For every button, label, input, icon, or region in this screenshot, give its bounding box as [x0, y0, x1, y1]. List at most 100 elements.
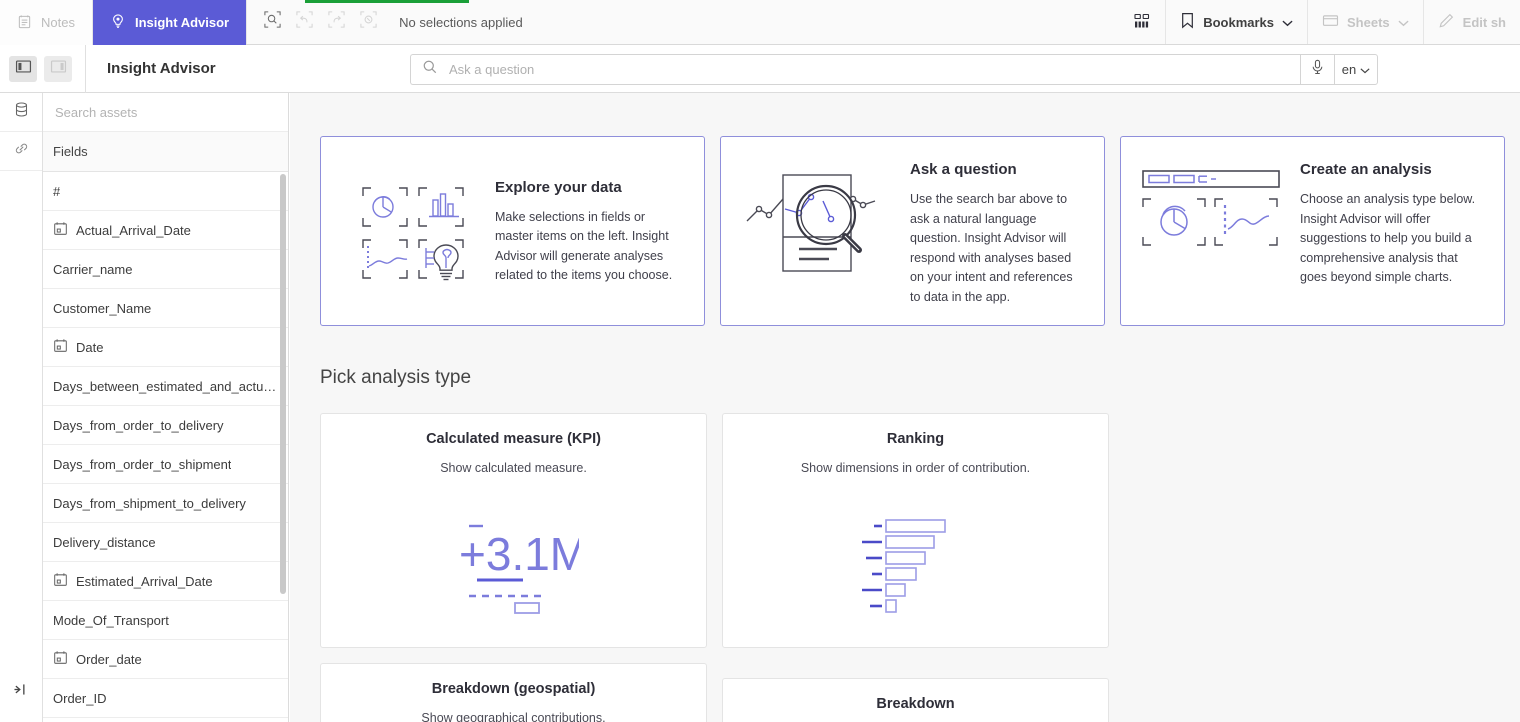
- asset-rail: [0, 93, 43, 722]
- field-list-scrollbar[interactable]: [280, 174, 286, 594]
- field-name-label: Actual_Arrival_Date: [76, 222, 191, 238]
- intro-card-create-text: Create an analysis Choose an analysis ty…: [1300, 159, 1486, 288]
- expand-panel-button[interactable]: [0, 678, 42, 706]
- ask-question-illustration: [741, 159, 896, 309]
- page-title: Insight Advisor: [107, 60, 216, 77]
- sheet-grid-button[interactable]: [1119, 0, 1165, 44]
- toggle-left-panel-button[interactable]: [9, 55, 37, 82]
- field-list-item[interactable]: Days_from_order_to_shipment: [43, 445, 288, 484]
- field-list-item[interactable]: Order_date: [43, 640, 288, 679]
- analysis-type-subtitle: Show geographical contributions.: [421, 711, 606, 722]
- bookmarks-button[interactable]: Bookmarks: [1165, 0, 1307, 44]
- explore-data-illustration: [341, 174, 481, 289]
- sheets-button[interactable]: Sheets: [1307, 0, 1423, 44]
- intro-card-ask-a-question[interactable]: Ask a question Use the search bar above …: [720, 136, 1105, 326]
- field-list-item[interactable]: Date: [43, 328, 288, 367]
- right-panel-icon: [50, 59, 67, 79]
- field-list-item[interactable]: Delivery_distance: [43, 523, 288, 562]
- field-list-item[interactable]: Days_between_estimated_and_actu…: [43, 367, 288, 406]
- bookmarks-label: Bookmarks: [1203, 14, 1275, 30]
- intro-card-body: Make selections in fields or master item…: [495, 209, 673, 283]
- language-selector[interactable]: en: [1334, 54, 1378, 85]
- notes-icon: [17, 14, 32, 32]
- sheet-icon: [1322, 13, 1339, 31]
- intro-card-body: Choose an analysis type below. Insight A…: [1300, 192, 1476, 284]
- analysis-type-subtitle: Show calculated measure.: [440, 461, 587, 475]
- step-forward-button[interactable]: [321, 7, 351, 37]
- field-name-label: Days_from_order_to_delivery: [53, 417, 224, 433]
- calendar-icon: [53, 338, 68, 356]
- clear-selections-icon: [359, 10, 378, 34]
- search-assets-input[interactable]: [53, 103, 288, 121]
- tab-insight-advisor-label: Insight Advisor: [134, 15, 230, 30]
- analysis-type-grid: Calculated measure (KPI) Show calculated…: [290, 389, 1520, 722]
- rail-item-associations[interactable]: [0, 132, 42, 171]
- fields-section-header[interactable]: Fields: [43, 132, 288, 172]
- create-analysis-illustration: [1141, 159, 1286, 284]
- rail-item-data-model[interactable]: [0, 93, 42, 132]
- field-list-item[interactable]: Mode_Of_Transport: [43, 601, 288, 640]
- sheet-grid-icon: [1133, 12, 1151, 33]
- field-list-item[interactable]: Carrier_name: [43, 250, 288, 289]
- progress-fill: [305, 0, 469, 3]
- insight-advisor-icon: [110, 13, 126, 32]
- sheets-label: Sheets: [1347, 14, 1390, 30]
- calendar-icon: [53, 221, 68, 239]
- bookmark-icon: [1180, 12, 1195, 32]
- intro-card-row: Explore your data Make selections in fie…: [290, 93, 1520, 326]
- edit-sheet-button[interactable]: Edit sh: [1422, 0, 1520, 44]
- tab-notes-label: Notes: [41, 15, 75, 30]
- field-name-label: Customer_Name: [53, 300, 152, 316]
- field-name-label: Days_from_order_to_shipment: [53, 456, 232, 472]
- selection-search-button[interactable]: [257, 7, 287, 37]
- search-input[interactable]: [447, 61, 1289, 78]
- clear-selections-button[interactable]: [353, 7, 383, 37]
- field-list-item[interactable]: Order_ID: [43, 679, 288, 718]
- field-list-item[interactable]: Actual_Arrival_Date: [43, 211, 288, 250]
- search-input-wrapper[interactable]: [410, 54, 1300, 85]
- field-list-item[interactable]: Days_from_order_to_delivery: [43, 406, 288, 445]
- intro-card-ask-text: Ask a question Use the search bar above …: [910, 159, 1086, 307]
- top-right-actions: Bookmarks Sheets Edit sh: [1119, 0, 1520, 44]
- asset-search-wrapper[interactable]: [43, 93, 288, 132]
- insight-advisor-page: Notes Insight Advisor No selections appl…: [0, 0, 1520, 722]
- step-back-icon: [295, 10, 314, 34]
- field-name-label: Estimated_Arrival_Date: [76, 573, 213, 589]
- toggle-right-panel-button[interactable]: [44, 55, 72, 82]
- analysis-type-ranking[interactable]: Ranking Show dimensions in order of cont…: [722, 413, 1109, 648]
- analysis-type-calculated-measure-kpi[interactable]: Calculated measure (KPI) Show calculated…: [320, 413, 707, 648]
- voice-input-button[interactable]: [1300, 54, 1334, 85]
- page-load-progress: [0, 0, 1520, 3]
- search-icon: [422, 59, 438, 80]
- kpi-illustration: +3.1M: [321, 483, 706, 647]
- analysis-type-title: Ranking: [886, 431, 945, 447]
- field-list-item[interactable]: #: [43, 172, 288, 211]
- selection-status-label: No selections applied: [399, 14, 523, 30]
- analysis-type-title: Calculated measure (KPI): [426, 431, 601, 447]
- intro-card-explore-text: Explore your data Make selections in fie…: [495, 177, 686, 286]
- analysis-type-subtitle: Show dimensions in order of contribution…: [800, 461, 1031, 475]
- field-list-item[interactable]: Estimated_Arrival_Date: [43, 562, 288, 601]
- expand-panel-icon: [13, 682, 30, 702]
- step-forward-icon: [327, 10, 346, 34]
- field-name-label: Delivery_distance: [53, 534, 156, 550]
- analysis-type-title: Breakdown: [876, 696, 955, 712]
- pencil-icon: [1438, 12, 1455, 32]
- tab-insight-advisor[interactable]: Insight Advisor: [92, 0, 247, 45]
- tab-notes[interactable]: Notes: [0, 0, 93, 45]
- asset-panel: Fields # Actual_Arrival_Date Carrier_name C…: [43, 93, 289, 722]
- field-name-label: Carrier_name: [53, 261, 133, 277]
- analysis-type-breakdown-geospatial[interactable]: Breakdown (geospatial) Show geographical…: [320, 663, 707, 722]
- analysis-type-title: Breakdown (geospatial): [431, 681, 596, 697]
- nl-search-group: en: [410, 54, 1378, 85]
- field-list-item[interactable]: Days_from_shipment_to_delivery: [43, 484, 288, 523]
- intro-card-create-an-analysis[interactable]: Create an analysis Choose an analysis ty…: [1120, 136, 1505, 326]
- step-back-button[interactable]: [289, 7, 319, 37]
- field-name-label: Date: [76, 339, 104, 355]
- analysis-type-breakdown[interactable]: Breakdown: [722, 678, 1109, 722]
- pick-analysis-type-heading: Pick analysis type: [320, 367, 472, 388]
- calendar-icon: [53, 572, 68, 590]
- link-icon: [13, 140, 30, 162]
- intro-card-explore-your-data[interactable]: Explore your data Make selections in fie…: [320, 136, 705, 326]
- field-list-item[interactable]: Customer_Name: [43, 289, 288, 328]
